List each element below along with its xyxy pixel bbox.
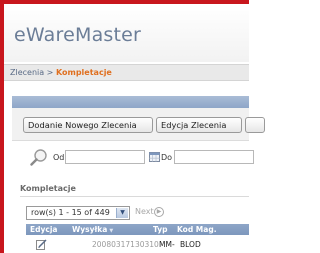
rows-per-page-value: row(s) 1 - 15 of 449 [31, 208, 110, 217]
column-header-typ[interactable]: Typ [153, 224, 167, 235]
rows-per-page-select[interactable]: row(s) 1 - 15 of 449 ▼ [26, 206, 130, 220]
breadcrumb-separator: > [44, 68, 56, 77]
next-arrow-icon[interactable]: ▶ [154, 207, 164, 217]
breadcrumb-link-zlecenia[interactable]: Zlecenia [4, 68, 44, 77]
from-date-input[interactable] [65, 150, 145, 164]
sort-desc-icon: ▼ [109, 228, 114, 234]
cell-kod-mag: BLOD [180, 240, 201, 249]
next-page-link[interactable]: Next [135, 207, 154, 216]
app-header: eWareMaster [4, 4, 249, 62]
column-header-wysylka-label: Wysyłka [72, 225, 108, 234]
calendar-icon[interactable] [149, 152, 160, 162]
to-date-input[interactable] [174, 150, 254, 164]
to-date-label: Do [161, 153, 173, 162]
search-icon[interactable] [30, 148, 48, 166]
edit-order-button[interactable]: Edycja Zlecenia [156, 117, 242, 133]
table-header: Edycja Wysyłka ▼ Typ Kod Mag. [26, 224, 249, 235]
section-divider [20, 196, 249, 197]
section-title: Kompletacje [20, 184, 76, 193]
add-new-order-button[interactable]: Dodanie Nowego Zlecenia [23, 117, 153, 133]
cell-typ: MM- [159, 240, 175, 249]
column-header-edycja[interactable]: Edycja [30, 224, 57, 235]
breadcrumb-current: Kompletacje [55, 68, 112, 77]
from-date-label: Od [53, 153, 65, 162]
app-title: eWareMaster [14, 24, 142, 46]
panel-header-bar [12, 96, 249, 108]
table-row: 20080317130310 MM- BLOD [26, 236, 249, 253]
column-header-kod-mag[interactable]: Kod Mag. [177, 224, 217, 235]
toolbar-next-button-partial[interactable] [245, 117, 265, 133]
date-filter: Od Do [12, 143, 254, 171]
cell-wysylka: 20080317130310 [92, 240, 159, 249]
edit-icon[interactable] [36, 239, 47, 250]
toolbar: Dodanie Nowego Zlecenia Edycja Zlecenia [12, 108, 265, 141]
chevron-down-icon[interactable]: ▼ [116, 208, 128, 218]
breadcrumb: Zlecenia > Kompletacje [4, 64, 249, 81]
